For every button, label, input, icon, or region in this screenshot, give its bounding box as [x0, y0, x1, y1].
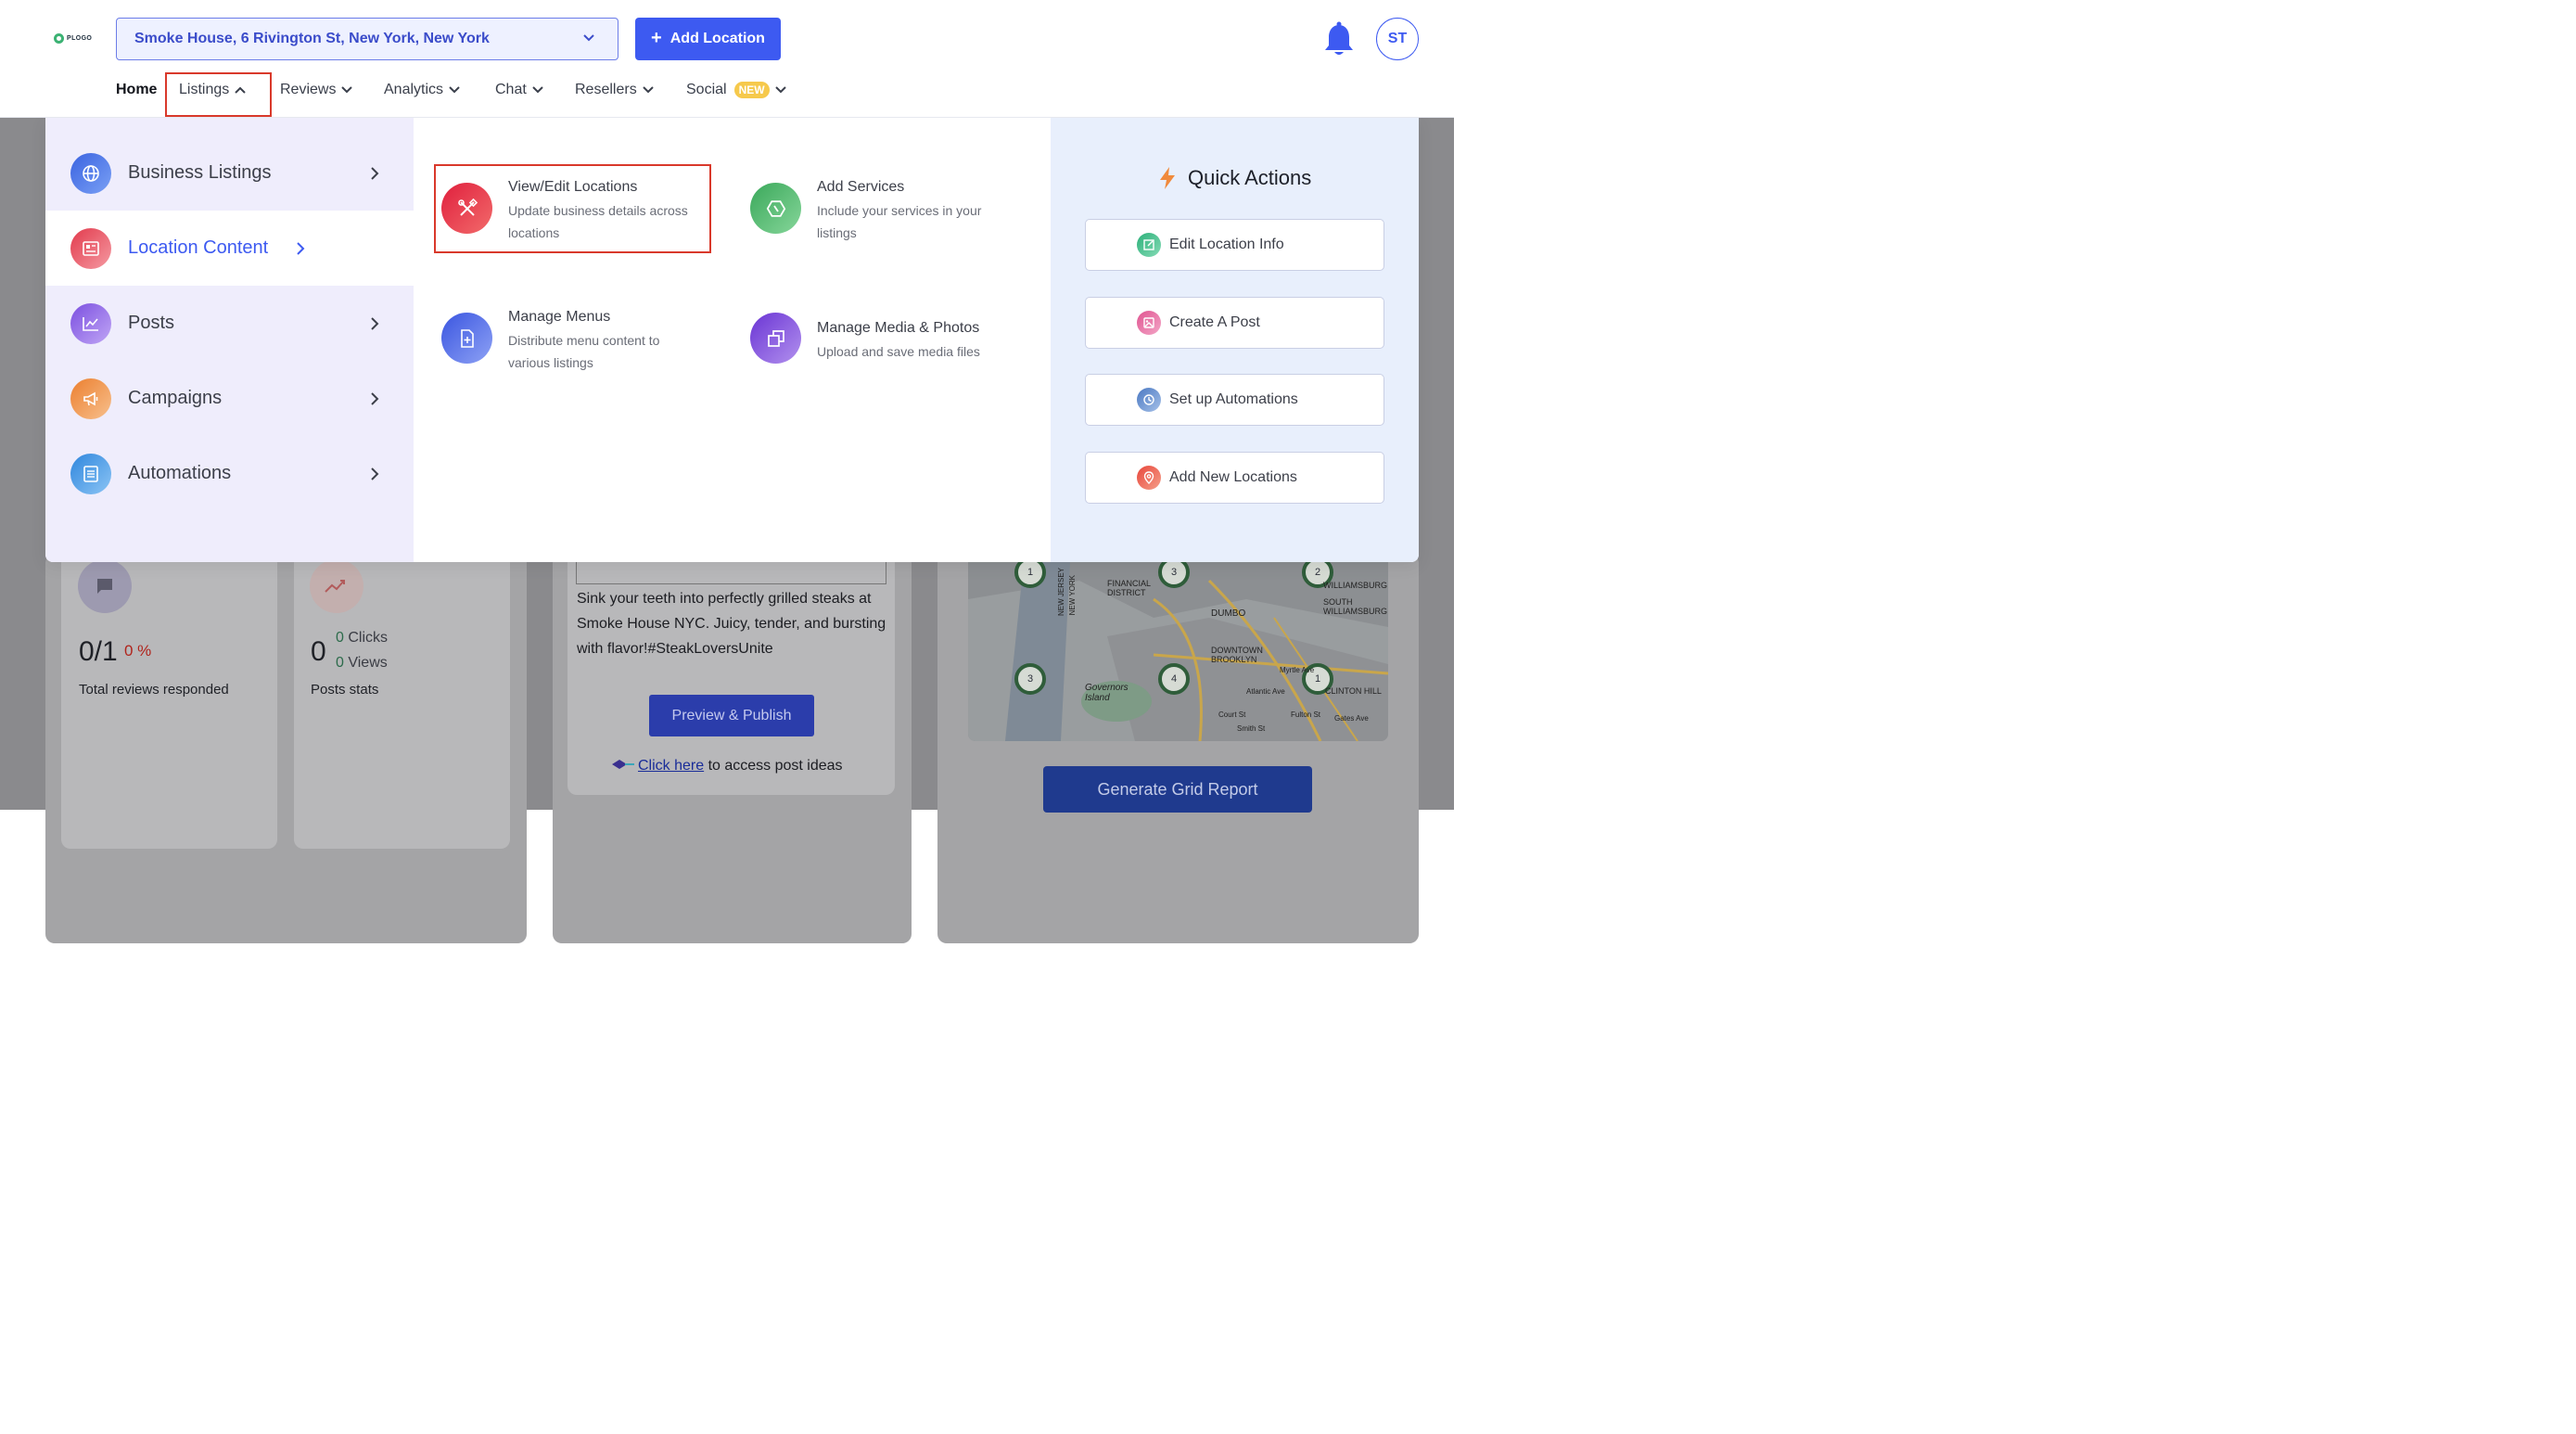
map-label: Governors Island — [1085, 683, 1129, 703]
posts-stat-value: 0 — [311, 636, 326, 667]
posts-stat-label: Posts stats — [311, 682, 379, 698]
posts-clicks: 0 Clicks — [336, 630, 389, 646]
category-campaigns[interactable]: Campaigns — [45, 361, 414, 436]
chevron-right-icon — [371, 391, 379, 405]
category-posts[interactable]: Posts — [45, 286, 414, 361]
menu-item-manage-media[interactable]: Manage Media & Photos Upload and save me… — [732, 285, 1051, 415]
image-icon — [1137, 311, 1161, 335]
map-label: Court St — [1218, 711, 1246, 719]
map-label: CLINTON HILL — [1325, 686, 1382, 696]
map-label: NEW JERSEY — [1057, 568, 1065, 617]
map-label: DUMBO — [1211, 608, 1246, 619]
nav-social[interactable]: Social NEW — [686, 82, 786, 98]
clock-icon — [1137, 388, 1161, 412]
hexagon-icon — [750, 183, 801, 234]
grid-map[interactable]: 1 3 2 3 4 1 FINANCIAL DISTRICT DUMBO WIL… — [968, 562, 1388, 741]
menu-item-manage-menus[interactable]: Manage Menus Distribute menu content to … — [414, 285, 732, 415]
category-business-listings[interactable]: Business Listings — [45, 135, 414, 211]
copy-icon — [750, 313, 801, 364]
nav-chat[interactable]: Chat — [495, 82, 543, 98]
location-select-value: Smoke House, 6 Rivington St, New York, N… — [134, 31, 490, 46]
reviews-chat-icon — [78, 559, 132, 613]
chevron-right-icon — [371, 166, 379, 180]
reviews-responded-percent: 0 % — [124, 642, 152, 659]
map-label: FINANCIAL DISTRICT — [1107, 579, 1151, 597]
quick-actions-title: Quick Actions — [1188, 166, 1312, 189]
map-pin[interactable]: 3 — [1014, 663, 1046, 695]
nav-reviews[interactable]: Reviews — [280, 82, 353, 98]
posts-trend-icon — [310, 559, 363, 613]
chevron-right-icon — [297, 241, 305, 255]
post-ideas-line: Click here to access post ideas — [612, 758, 843, 775]
map-label: Myrtle Ave — [1280, 666, 1315, 674]
category-automations[interactable]: Automations — [45, 436, 414, 511]
view-edit-highlight-box — [434, 164, 711, 253]
chevron-down-icon — [341, 86, 353, 94]
file-plus-icon — [441, 313, 492, 364]
globe-icon — [70, 152, 111, 194]
logo-mark-icon — [54, 33, 64, 44]
map-label: Smith St — [1237, 724, 1266, 733]
map-label: Gates Ave — [1334, 714, 1369, 723]
add-new-locations-button[interactable]: Add New Locations — [1085, 452, 1384, 504]
chevron-right-icon — [371, 316, 379, 330]
reviews-responded-value: 0/1 — [79, 636, 118, 667]
map-pin[interactable]: 4 — [1158, 663, 1190, 695]
map-label: WILLIAMSBURG — [1323, 581, 1388, 590]
nav-analytics[interactable]: Analytics — [384, 82, 460, 98]
map-label: SOUTH WILLIAMSBURG — [1323, 597, 1388, 616]
menu-categories: Business Listings Location Content Posts… — [45, 118, 414, 562]
chevron-right-icon — [371, 467, 379, 480]
edit-icon — [1137, 233, 1161, 257]
listings-highlight-box — [165, 72, 272, 117]
map-label: DOWNTOWN BROOKLYN — [1211, 646, 1263, 664]
newspaper-icon — [70, 227, 111, 269]
chevron-down-icon — [449, 86, 460, 94]
create-a-post-button[interactable]: Create A Post — [1085, 297, 1384, 349]
chevron-down-icon — [532, 86, 543, 94]
chevron-down-icon — [774, 86, 786, 94]
post-ideas-link[interactable]: Click here — [638, 758, 704, 774]
nav-resellers[interactable]: Resellers — [575, 82, 654, 98]
map-label: Atlantic Ave — [1246, 687, 1285, 696]
megaphone-icon — [70, 378, 111, 419]
posts-views: 0 Views — [336, 655, 388, 671]
new-badge: NEW — [733, 82, 770, 98]
category-location-content[interactable]: Location Content — [45, 211, 414, 286]
generate-grid-report-button[interactable]: Generate Grid Report — [1043, 766, 1312, 813]
map-label: NEW YORK — [1068, 575, 1077, 616]
plus-icon: + — [651, 28, 662, 48]
location-select[interactable]: Smoke House, 6 Rivington St, New York, N… — [116, 18, 618, 60]
brand-logo[interactable]: PLOGO — [54, 33, 92, 44]
preview-publish-button[interactable]: Preview & Publish — [649, 695, 814, 736]
map-pin-icon — [1137, 466, 1161, 490]
chevron-down-icon — [583, 34, 594, 42]
lightning-icon — [1160, 167, 1175, 189]
nav-home[interactable]: Home — [116, 82, 157, 98]
notification-bell-icon[interactable] — [1322, 21, 1356, 58]
add-location-button[interactable]: + Add Location — [635, 18, 781, 60]
post-textarea[interactable] — [576, 562, 886, 584]
document-icon — [70, 453, 111, 494]
reviews-responded-label: Total reviews responded — [79, 682, 229, 698]
user-avatar[interactable]: ST — [1376, 18, 1419, 60]
chevron-down-icon — [642, 86, 654, 94]
sparkle-icon — [612, 760, 634, 769]
post-text: Sink your teeth into perfectly grilled s… — [577, 591, 886, 657]
edit-location-info-button[interactable]: Edit Location Info — [1085, 219, 1384, 271]
chart-line-icon — [70, 302, 111, 344]
set-up-automations-button[interactable]: Set up Automations — [1085, 374, 1384, 426]
menu-item-add-services[interactable]: Add Services Include your services in yo… — [732, 118, 1051, 285]
map-label: Fulton St — [1291, 711, 1321, 719]
